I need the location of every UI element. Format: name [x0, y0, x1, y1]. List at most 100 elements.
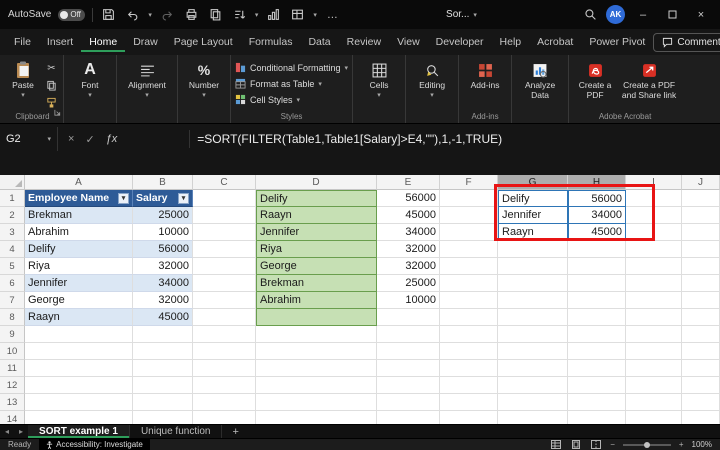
- page-layout-view-icon[interactable]: [570, 440, 582, 450]
- row-header-12[interactable]: 12: [0, 377, 25, 394]
- cell-D6[interactable]: Brekman: [256, 275, 377, 292]
- cell-I8[interactable]: [626, 309, 682, 326]
- cell-E4[interactable]: 32000: [377, 241, 440, 258]
- cell-C13[interactable]: [193, 394, 256, 411]
- cell-G1[interactable]: Delify: [498, 190, 568, 207]
- cell-H7[interactable]: [568, 292, 626, 309]
- cell-G2[interactable]: Jennifer: [498, 207, 568, 224]
- cell-A2[interactable]: Brekman: [25, 207, 133, 224]
- cell-I14[interactable]: [626, 411, 682, 424]
- cell-G6[interactable]: [498, 275, 568, 292]
- zoom-in-icon[interactable]: +: [679, 440, 684, 449]
- sheet-tab-sort-example-1[interactable]: SORT example 1: [28, 425, 130, 438]
- cell-C6[interactable]: [193, 275, 256, 292]
- cell-H13[interactable]: [568, 394, 626, 411]
- cell-A14[interactable]: [25, 411, 133, 424]
- cell-C14[interactable]: [193, 411, 256, 424]
- minimize-button[interactable]: –: [632, 4, 654, 26]
- zoom-slider[interactable]: [623, 444, 671, 446]
- cell-E2[interactable]: 45000: [377, 207, 440, 224]
- cell-I7[interactable]: [626, 292, 682, 309]
- menu-tab-view[interactable]: View: [389, 32, 428, 52]
- overflow-icon[interactable]: …: [324, 6, 341, 23]
- cell-A8[interactable]: Raayn: [25, 309, 133, 326]
- column-header-H[interactable]: H: [568, 175, 626, 190]
- cell-D10[interactable]: [256, 343, 377, 360]
- cell-A4[interactable]: Delify: [25, 241, 133, 258]
- menu-tab-home[interactable]: Home: [81, 32, 125, 52]
- cell-J12[interactable]: [682, 377, 720, 394]
- cell-D1[interactable]: Delify: [256, 190, 377, 207]
- cell-E9[interactable]: [377, 326, 440, 343]
- cell-D8[interactable]: [256, 309, 377, 326]
- filter-dropdown-icon[interactable]: ▾: [118, 193, 129, 204]
- cell-I2[interactable]: [626, 207, 682, 224]
- name-box[interactable]: G2 ▾: [0, 127, 58, 151]
- cell-A11[interactable]: [25, 360, 133, 377]
- cell-F10[interactable]: [440, 343, 498, 360]
- paste-button[interactable]: Paste ▾: [6, 58, 40, 99]
- cell-C9[interactable]: [193, 326, 256, 343]
- cell-F14[interactable]: [440, 411, 498, 424]
- cell-C12[interactable]: [193, 377, 256, 394]
- redo-icon[interactable]: [159, 6, 176, 23]
- row-header-4[interactable]: 4: [0, 241, 25, 258]
- document-title[interactable]: Sor... ▾: [446, 9, 477, 20]
- cell-J10[interactable]: [682, 343, 720, 360]
- column-header-E[interactable]: E: [377, 175, 440, 190]
- conditional-formatting-button[interactable]: Conditional Formatting ▾: [235, 60, 348, 75]
- row-header-13[interactable]: 13: [0, 394, 25, 411]
- cell-F4[interactable]: [440, 241, 498, 258]
- cell-D3[interactable]: Jennifer: [256, 224, 377, 241]
- cell-I1[interactable]: [626, 190, 682, 207]
- cell-E5[interactable]: 32000: [377, 258, 440, 275]
- cell-C1[interactable]: [193, 190, 256, 207]
- cell-I3[interactable]: [626, 224, 682, 241]
- cell-E8[interactable]: [377, 309, 440, 326]
- print-icon[interactable]: [183, 6, 200, 23]
- chart-icon[interactable]: [265, 6, 282, 23]
- create-pdf-button[interactable]: Create a PDF: [573, 58, 617, 101]
- cell-G12[interactable]: [498, 377, 568, 394]
- cell-H4[interactable]: [568, 241, 626, 258]
- cell-D12[interactable]: [256, 377, 377, 394]
- cell-D7[interactable]: Abrahim: [256, 292, 377, 309]
- row-header-6[interactable]: 6: [0, 275, 25, 292]
- font-button[interactable]: A Font ▾: [68, 58, 112, 99]
- cell-G10[interactable]: [498, 343, 568, 360]
- cell-E14[interactable]: [377, 411, 440, 424]
- cell-A5[interactable]: Riya: [25, 258, 133, 275]
- save-icon[interactable]: [100, 6, 117, 23]
- cell-G14[interactable]: [498, 411, 568, 424]
- menu-tab-power-pivot[interactable]: Power Pivot: [581, 32, 653, 52]
- filter-dropdown-icon[interactable]: ▾: [178, 193, 189, 204]
- cell-H11[interactable]: [568, 360, 626, 377]
- menu-tab-formulas[interactable]: Formulas: [241, 32, 301, 52]
- row-header-10[interactable]: 10: [0, 343, 25, 360]
- sort-icon[interactable]: [231, 6, 248, 23]
- menu-tab-review[interactable]: Review: [339, 32, 389, 52]
- cell-H2[interactable]: 34000: [568, 207, 626, 224]
- undo-icon[interactable]: [124, 6, 141, 23]
- table-caret-icon[interactable]: ▾: [313, 11, 317, 19]
- cell-A1[interactable]: Employee Name▾: [25, 190, 133, 207]
- cell-J5[interactable]: [682, 258, 720, 275]
- row-header-14[interactable]: 14: [0, 411, 25, 424]
- row-header-11[interactable]: 11: [0, 360, 25, 377]
- cut-icon[interactable]: ✂: [44, 61, 59, 75]
- cell-G4[interactable]: [498, 241, 568, 258]
- close-button[interactable]: ×: [690, 4, 712, 26]
- cell-F1[interactable]: [440, 190, 498, 207]
- cell-E13[interactable]: [377, 394, 440, 411]
- zoom-slider-knob[interactable]: [644, 442, 650, 448]
- column-header-I[interactable]: I: [626, 175, 682, 190]
- cell-B13[interactable]: [133, 394, 193, 411]
- cell-C4[interactable]: [193, 241, 256, 258]
- cell-styles-button[interactable]: Cell Styles ▾: [235, 92, 348, 107]
- cell-F8[interactable]: [440, 309, 498, 326]
- cell-G7[interactable]: [498, 292, 568, 309]
- cell-J6[interactable]: [682, 275, 720, 292]
- account-avatar[interactable]: AK: [606, 5, 625, 24]
- column-header-C[interactable]: C: [193, 175, 256, 190]
- row-header-1[interactable]: 1: [0, 190, 25, 207]
